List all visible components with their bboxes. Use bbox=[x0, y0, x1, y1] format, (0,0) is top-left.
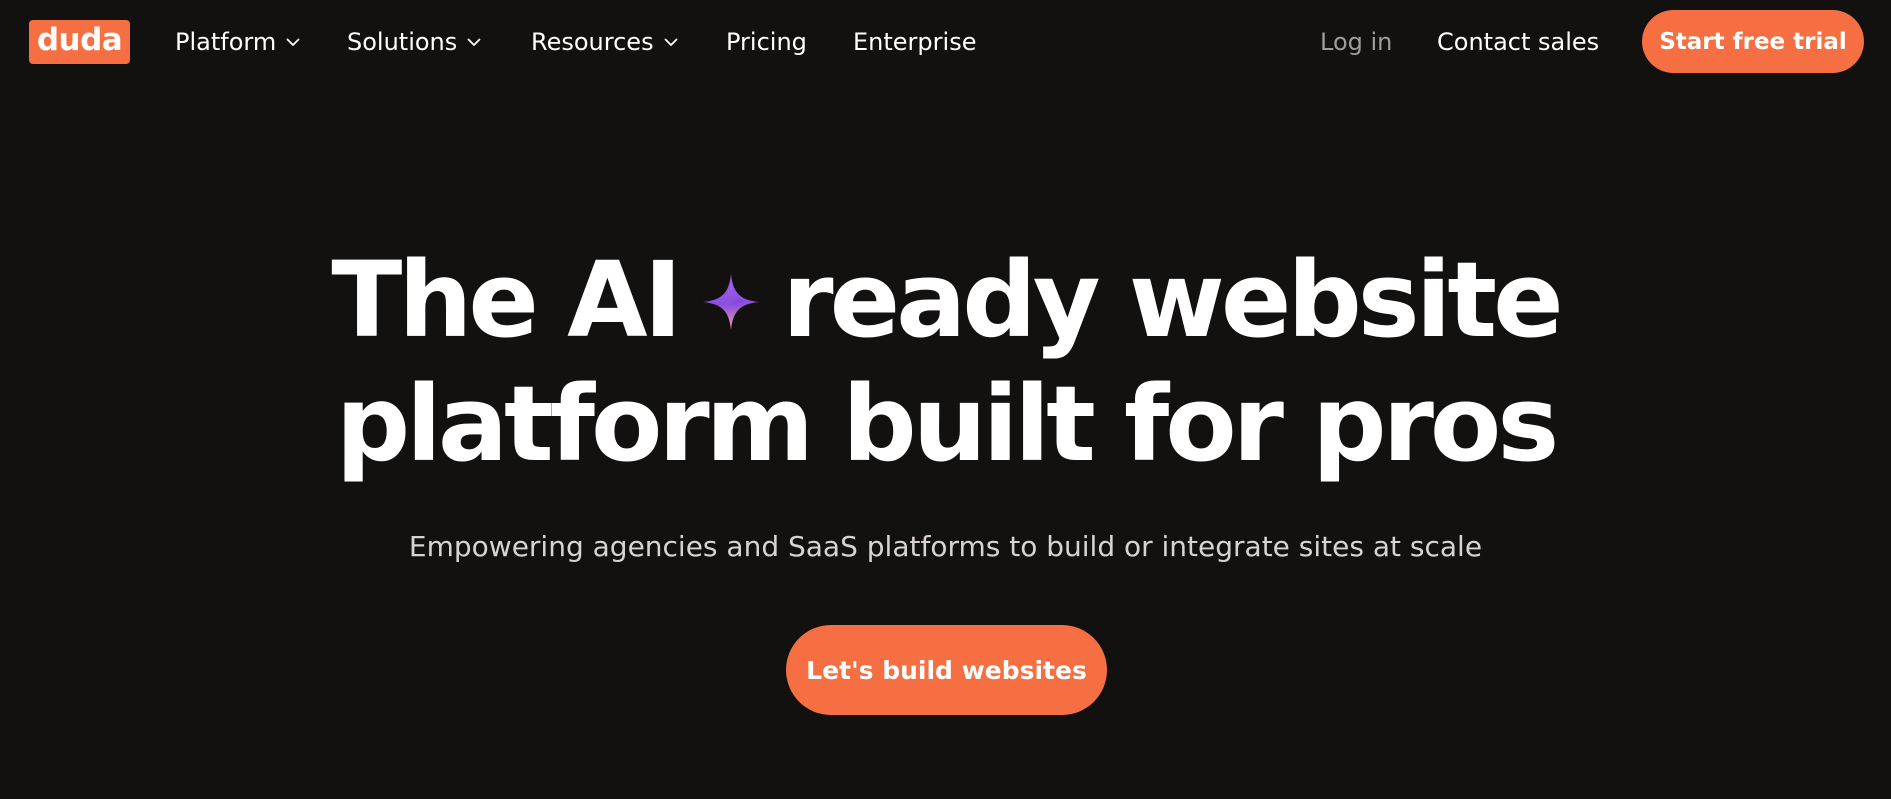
page: duda Platform Solutions Resources Pricin… bbox=[0, 0, 1891, 799]
hero-title-part-a: The AI bbox=[331, 239, 682, 361]
contact-sales-link[interactable]: Contact sales bbox=[1437, 24, 1599, 60]
nav-item-platform[interactable]: Platform bbox=[175, 24, 301, 60]
chevron-down-icon bbox=[466, 34, 482, 50]
nav-item-enterprise[interactable]: Enterprise bbox=[853, 24, 976, 60]
nav-item-solutions[interactable]: Solutions bbox=[347, 24, 482, 60]
chevron-down-icon bbox=[285, 34, 301, 50]
nav-item-label: Solutions bbox=[347, 28, 458, 56]
hero-title-part-b: ready website bbox=[782, 239, 1563, 361]
nav-item-label: Pricing bbox=[726, 28, 807, 56]
nav-item-label: Platform bbox=[175, 28, 277, 56]
chevron-down-icon bbox=[663, 34, 679, 50]
nav-item-pricing[interactable]: Pricing bbox=[726, 24, 807, 60]
hero-subtitle: Empowering agencies and SaaS platforms t… bbox=[408, 530, 1483, 563]
lets-build-websites-button[interactable]: Let's build websites bbox=[786, 625, 1107, 715]
sparkle-icon bbox=[702, 273, 760, 331]
nav-item-resources[interactable]: Resources bbox=[531, 24, 679, 60]
top-navbar: duda Platform Solutions Resources Pricin… bbox=[0, 0, 1891, 84]
hero-title-line-1: The AI ready website bbox=[0, 238, 1891, 362]
start-free-trial-button[interactable]: Start free trial bbox=[1642, 10, 1864, 73]
login-link[interactable]: Log in bbox=[1320, 24, 1392, 60]
nav-item-label: Enterprise bbox=[853, 28, 977, 56]
hero-title: The AI ready website platform built for … bbox=[0, 238, 1891, 486]
duda-logo[interactable]: duda bbox=[29, 20, 130, 64]
hero-title-line-2: platform built for pros bbox=[335, 363, 1560, 485]
nav-item-label: Resources bbox=[531, 28, 654, 56]
logo-text: duda bbox=[36, 22, 123, 58]
